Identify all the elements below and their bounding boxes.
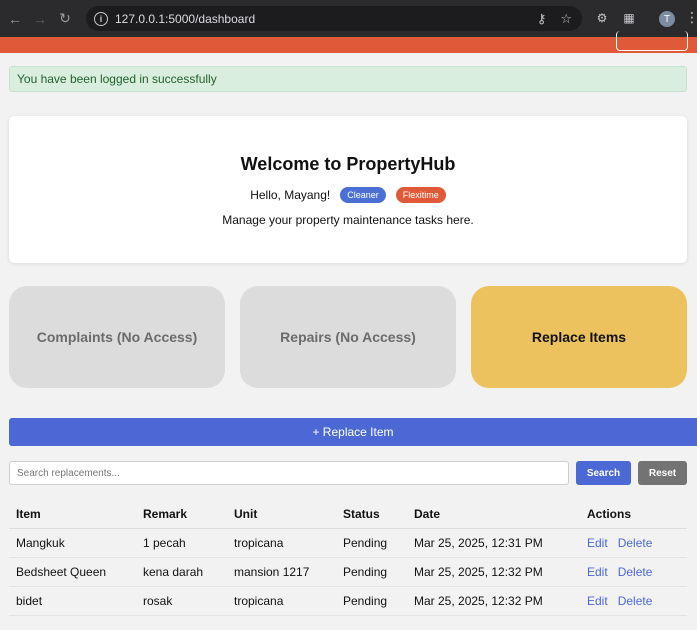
url-text: 127.0.0.1:5000/dashboard (115, 11, 256, 26)
cell-item: bidet (9, 586, 136, 616)
cell-status: Pending (336, 586, 407, 616)
success-alert: You have been logged in successfully (9, 66, 687, 92)
cell-actions: Edit Delete (580, 528, 687, 558)
app-header (0, 31, 697, 53)
cell-date: Mar 25, 2025, 12:32 PM (407, 557, 580, 587)
welcome-subtitle: Manage your property maintenance tasks h… (222, 213, 474, 227)
edit-link[interactable]: Edit (587, 594, 608, 608)
more-menu-icon[interactable]: ⋮ (685, 9, 697, 26)
complaints-tile: Complaints (No Access) (9, 286, 225, 388)
delete-link[interactable]: Delete (618, 536, 653, 550)
welcome-card: Welcome to PropertyHub Hello, Mayang! Cl… (9, 116, 687, 263)
replace-items-tile[interactable]: Replace Items (471, 286, 687, 388)
reset-button[interactable]: Reset (638, 461, 687, 485)
cell-status: Pending (336, 528, 407, 558)
table-header-row: Item Remark Unit Status Date Actions (9, 500, 687, 529)
header-unit: Unit (227, 500, 336, 529)
address-bar[interactable]: i 127.0.0.1:5000/dashboard ⚷ ☆ (86, 6, 582, 31)
header-button[interactable] (616, 31, 688, 51)
cell-remark: 1 pecah (136, 528, 227, 558)
site-info-icon[interactable]: i (94, 11, 108, 26)
reload-icon[interactable]: ↻ (54, 8, 76, 30)
header-status: Status (336, 500, 407, 529)
header-item: Item (9, 500, 136, 529)
cell-unit: tropicana (227, 586, 336, 616)
cell-date: Mar 25, 2025, 12:32 PM (407, 586, 580, 616)
delete-link[interactable]: Delete (618, 594, 653, 608)
cell-unit: mansion 1217 (227, 557, 336, 587)
password-key-icon[interactable]: ⚷ (537, 11, 547, 27)
schedule-badge: Flexitime (395, 187, 446, 203)
extension-icon[interactable]: ⚙ (594, 10, 610, 26)
cell-actions: Edit Delete (580, 586, 687, 616)
cell-date: Mar 25, 2025, 12:31 PM (407, 528, 580, 558)
welcome-title: Welcome to PropertyHub (240, 154, 456, 174)
table-row: bidet rosak tropicana Pending Mar 25, 20… (9, 586, 687, 616)
table-row: Mangkuk 1 pecah tropicana Pending Mar 25… (9, 528, 687, 558)
back-arrow-icon[interactable]: ← (4, 8, 26, 30)
edit-link[interactable]: Edit (587, 536, 608, 550)
cell-remark: kena darah (136, 557, 227, 587)
profile-avatar[interactable]: T (659, 11, 675, 27)
edit-link[interactable]: Edit (587, 565, 608, 579)
puzzle-icon[interactable]: ▦ (621, 10, 637, 26)
cell-status: Pending (336, 557, 407, 587)
delete-link[interactable]: Delete (618, 565, 653, 579)
cell-remark: rosak (136, 586, 227, 616)
role-badge: Cleaner (340, 187, 386, 203)
browser-toolbar: ← → ↻ i 127.0.0.1:5000/dashboard ⚷ ☆ ⚙ ▦… (0, 0, 697, 37)
header-actions: Actions (580, 500, 687, 529)
cell-item: Bedsheet Queen (9, 557, 136, 587)
bookmark-star-icon[interactable]: ☆ (560, 11, 572, 27)
add-replace-item-button[interactable]: + Replace Item (9, 418, 697, 446)
cell-item: Mangkuk (9, 528, 136, 558)
header-remark: Remark (136, 500, 227, 529)
greeting-text: Hello, Mayang! (250, 188, 331, 202)
repairs-tile: Repairs (No Access) (240, 286, 456, 388)
cell-unit: tropicana (227, 528, 336, 558)
cell-actions: Edit Delete (580, 557, 687, 587)
search-input[interactable] (9, 461, 569, 485)
replacements-table: Item Remark Unit Status Date Actions Man… (9, 500, 687, 616)
header-date: Date (407, 500, 580, 529)
table-row: Bedsheet Queen kena darah mansion 1217 P… (9, 557, 687, 587)
greeting-row: Hello, Mayang! Cleaner Flexitime (9, 187, 687, 203)
forward-arrow-icon[interactable]: → (29, 8, 51, 30)
search-button[interactable]: Search (576, 461, 631, 485)
